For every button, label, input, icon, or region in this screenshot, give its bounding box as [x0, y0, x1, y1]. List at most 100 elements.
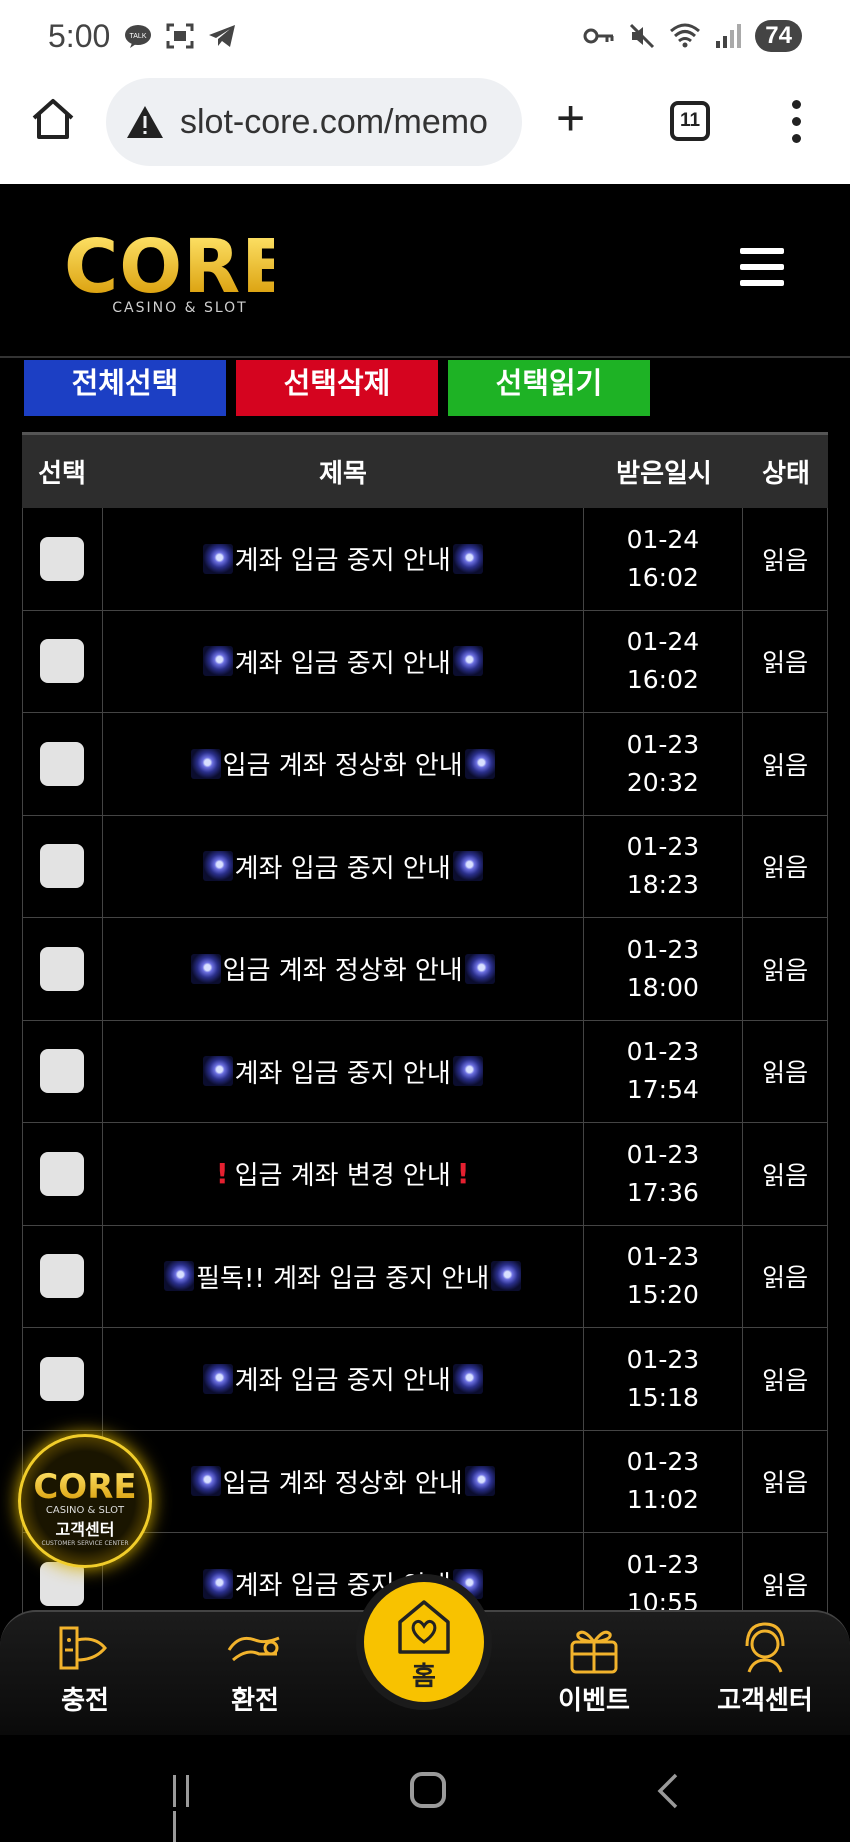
page: 5:00 TALK 74 slot-core.com/memo + 11 COR… — [0, 0, 850, 1842]
read-status: 읽음 — [762, 1058, 809, 1088]
nav-charge[interactable]: 충전 — [20, 1620, 150, 1730]
message-title[interactable]: 입금 계좌 정상화 안내 — [223, 745, 463, 782]
read-status: 읽음 — [762, 1365, 809, 1395]
table-row[interactable]: 입금 계좌 정상화 안내 01-23 18:00 읽음 — [22, 918, 828, 1021]
row-checkbox[interactable] — [40, 741, 85, 786]
table-row[interactable]: 계좌 입금 중지 안내 01-23 15:18 읽음 — [22, 1328, 828, 1431]
row-checkbox[interactable] — [40, 844, 85, 889]
message-subject[interactable]: 필독!! 계좌 입금 중지 안내 — [162, 1258, 523, 1295]
browser-menu-button[interactable] — [792, 100, 802, 144]
row-checkbox[interactable] — [40, 536, 85, 581]
table-row[interactable]: 계좌 입금 중지 안내 01-23 17:54 읽음 — [22, 1020, 828, 1123]
status-cell: 읽음 — [743, 508, 827, 610]
header-subject: 제목 — [319, 459, 367, 489]
message-subject[interactable]: ! 입금 계좌 변경 안내! — [210, 1155, 476, 1192]
table-row[interactable]: 계좌 입금 중지 안내 01-23 18:23 읽음 — [22, 815, 828, 918]
row-checkbox[interactable] — [40, 1561, 85, 1606]
galaxy-icon — [452, 543, 483, 574]
message-subject[interactable]: 계좌 입금 중지 안내 — [201, 1053, 485, 1090]
back-icon[interactable] — [656, 1773, 680, 1809]
received-cell: 01-23 15:18 — [584, 1328, 744, 1430]
table-row[interactable]: 필독!! 계좌 입금 중지 안내 01-23 15:20 읽음 — [22, 1225, 828, 1328]
badge-logo-word: CORE — [21, 1469, 149, 1505]
table-row[interactable]: 계좌 입금 중지 안내 01-24 16:02 읽음 — [22, 508, 828, 611]
message-subject[interactable]: 계좌 입금 중지 안내 — [201, 540, 485, 577]
message-subject[interactable]: 입금 계좌 정상화 안내 — [189, 950, 497, 987]
nav-home[interactable]: 홈 — [356, 1574, 492, 1710]
subject-cell[interactable]: 입금 계좌 정상화 안내 — [103, 713, 584, 815]
system-home-icon[interactable] — [410, 1772, 446, 1808]
row-checkbox[interactable] — [40, 639, 85, 684]
row-checkbox[interactable] — [40, 1254, 85, 1299]
subject-cell[interactable]: 필독!! 계좌 입금 중지 안내 — [103, 1225, 584, 1327]
received-datetime: 01-23 15:20 — [627, 1238, 700, 1314]
read-status: 읽음 — [762, 853, 809, 883]
received-datetime: 01-23 18:00 — [627, 931, 700, 1007]
subject-cell[interactable]: 입금 계좌 정상화 안내 — [103, 1430, 584, 1532]
received-datetime: 01-23 18:23 — [627, 828, 700, 904]
table-row[interactable]: 계좌 입금 중지 안내 01-24 16:02 읽음 — [22, 610, 828, 713]
galaxy-icon — [202, 851, 233, 882]
message-subject[interactable]: 입금 계좌 정상화 안내 — [189, 1463, 497, 1500]
not-secure-warning-icon[interactable] — [126, 104, 164, 140]
hamburger-menu-icon[interactable] — [740, 248, 784, 288]
subject-cell[interactable]: ! 입금 계좌 변경 안내! — [103, 1123, 584, 1225]
read-selected-button[interactable]: 선택읽기 — [448, 360, 650, 416]
status-cell: 읽음 — [743, 1328, 827, 1430]
message-title[interactable]: 계좌 입금 중지 안내 — [235, 848, 451, 885]
signal-icon — [716, 24, 742, 48]
nav-exchange[interactable]: 환전 — [190, 1620, 320, 1730]
message-title[interactable]: 입금 계좌 정상화 안내 — [223, 950, 463, 987]
delete-selected-button[interactable]: 선택삭제 — [236, 360, 438, 416]
site-logo[interactable]: CORE CASINO & SLOT — [64, 230, 292, 316]
row-checkbox[interactable] — [40, 1049, 85, 1094]
nav-support-label: 고객센터 — [717, 1686, 813, 1716]
table-row[interactable]: ! 입금 계좌 변경 안내! 01-23 17:36 읽음 — [22, 1123, 828, 1226]
customer-center-badge[interactable]: CORE CASINO & SLOT 고객센터 CUSTOMER SERVICE… — [18, 1434, 152, 1568]
select-all-button[interactable]: 전체선택 — [24, 360, 226, 416]
subject-cell[interactable]: 계좌 입금 중지 안내 — [103, 1328, 584, 1430]
message-subject[interactable]: 입금 계좌 정상화 안내 — [189, 745, 497, 782]
received-time: 17:54 — [626, 1075, 699, 1105]
galaxy-icon — [464, 748, 495, 779]
received-time: 20:32 — [626, 767, 699, 797]
row-checkbox[interactable] — [40, 946, 85, 991]
row-checkbox[interactable] — [40, 1356, 85, 1401]
galaxy-icon — [464, 953, 495, 984]
read-status: 읽음 — [762, 1570, 809, 1600]
recent-apps-icon[interactable] — [173, 1775, 209, 1842]
message-title[interactable]: 입금 계좌 정상화 안내 — [223, 1463, 463, 1500]
status-cell: 읽음 — [743, 1123, 827, 1225]
message-subject[interactable]: 계좌 입금 중지 안내 — [201, 848, 485, 885]
subject-cell[interactable]: 입금 계좌 정상화 안내 — [103, 918, 584, 1020]
url-text[interactable]: slot-core.com/memo — [180, 103, 510, 142]
new-tab-button[interactable]: + — [556, 93, 585, 143]
table-row[interactable]: 입금 계좌 정상화 안내 01-23 20:32 읽음 — [22, 713, 828, 816]
galaxy-icon — [491, 1261, 522, 1292]
select-cell — [23, 1225, 103, 1327]
browser-toolbar: slot-core.com/memo + 11 — [0, 72, 850, 184]
message-title[interactable]: 계좌 입금 중지 안내 — [235, 540, 451, 577]
message-title[interactable]: 계좌 입금 중지 안내 — [235, 1053, 451, 1090]
message-title[interactable]: 필독!! 계좌 입금 중지 안내 — [196, 1258, 489, 1295]
galaxy-icon — [164, 1261, 195, 1292]
received-cell: 01-24 16:02 — [584, 610, 744, 712]
subject-cell[interactable]: 계좌 입금 중지 안내 — [103, 1020, 584, 1122]
received-time: 16:02 — [626, 562, 699, 592]
nav-event[interactable]: 이벤트 — [529, 1620, 659, 1730]
subject-cell[interactable]: 계좌 입금 중지 안내 — [103, 508, 584, 610]
nav-support[interactable]: 고객센터 — [700, 1620, 830, 1730]
message-subject[interactable]: 계좌 입금 중지 안내 — [201, 643, 485, 680]
row-checkbox[interactable] — [40, 1151, 85, 1196]
tab-switcher-button[interactable]: 11 — [670, 101, 710, 141]
received-date: 01-23 — [626, 832, 700, 862]
message-title[interactable]: 계좌 입금 중지 안내 — [235, 643, 451, 680]
message-title[interactable]: 입금 계좌 변경 안내 — [235, 1155, 451, 1192]
address-bar[interactable]: slot-core.com/memo — [106, 78, 522, 166]
message-subject[interactable]: 계좌 입금 중지 안내 — [201, 1360, 485, 1397]
subject-cell[interactable]: 계좌 입금 중지 안내 — [103, 815, 584, 917]
select-cell — [23, 610, 103, 712]
message-title[interactable]: 계좌 입금 중지 안내 — [235, 1360, 451, 1397]
subject-cell[interactable]: 계좌 입금 중지 안내 — [103, 610, 584, 712]
home-icon[interactable] — [30, 96, 76, 142]
